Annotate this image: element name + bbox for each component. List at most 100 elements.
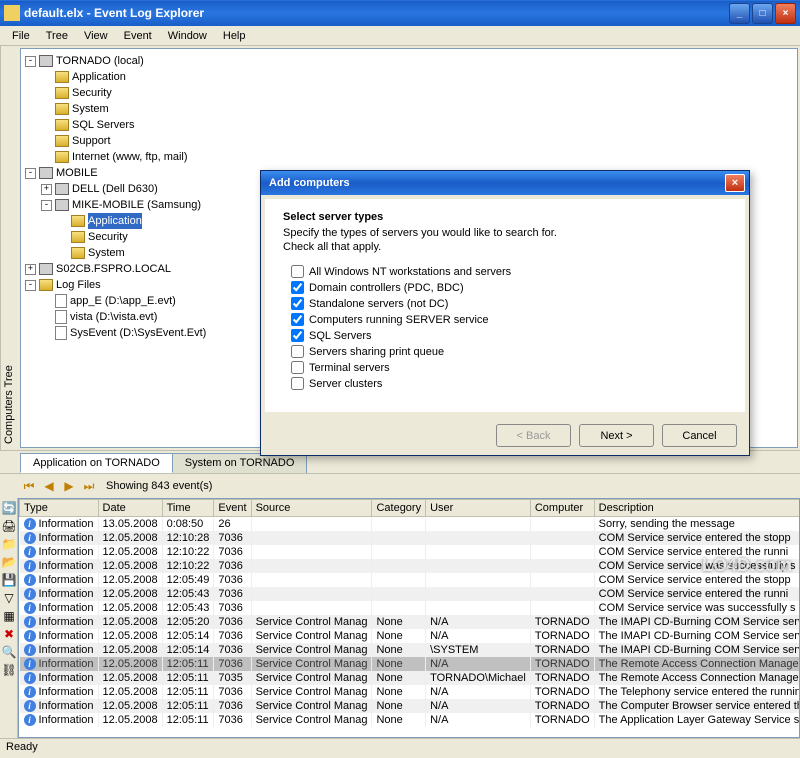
table-row[interactable]: iInformation12.05.200812:05:117036Servic… [20,713,800,727]
table-row[interactable]: iInformation12.05.200812:05:147036Servic… [20,643,800,657]
prev-icon[interactable]: ◀ [40,477,58,495]
tree-toggle-icon[interactable]: + [25,264,36,275]
table-row[interactable]: iInformation12.05.200812:05:207036Servic… [20,615,800,629]
tool-save-icon[interactable]: 💾 [1,572,17,588]
next-icon[interactable]: ▶ [60,477,78,495]
table-row[interactable]: iInformation12.05.200812:05:117036Servic… [20,657,800,671]
tree-toggle-icon[interactable]: + [41,184,52,195]
column-header[interactable]: User [426,500,531,517]
column-header[interactable]: Category [372,500,426,517]
close-button[interactable]: × [775,3,796,24]
cell: Sorry, sending the message [594,517,800,532]
tree-item[interactable]: Support [25,133,793,149]
table-row[interactable]: iInformation12.05.200812:05:117036Servic… [20,685,800,699]
server-type-option[interactable]: Computers running SERVER service [291,313,727,326]
checkbox[interactable] [291,345,304,358]
cell: Service Control Manag [251,615,372,629]
folder-icon [71,247,85,259]
tool-delete-icon[interactable]: ✖ [1,626,17,642]
checkbox[interactable] [291,313,304,326]
info-icon: i [24,672,36,684]
tool-refresh-icon[interactable]: 🔄 [1,500,17,516]
tree-label: app_E (D:\app_E.evt) [70,293,176,309]
table-row[interactable]: iInformation12.05.200812:05:437036COM Se… [20,587,800,601]
tool-chain-icon[interactable]: ⛓ [1,662,17,678]
tree-item[interactable]: Application [25,69,793,85]
table-row[interactable]: iInformation12.05.200812:05:117036Servic… [20,699,800,713]
maximize-button[interactable]: □ [752,3,773,24]
column-header[interactable]: Event [214,500,251,517]
first-icon[interactable]: ⏮ [20,477,38,495]
column-header[interactable]: Description [594,500,800,517]
table-row[interactable]: iInformation13.05.20080:08:5026Sorry, se… [20,517,800,532]
tree-item[interactable]: -TORNADO (local) [25,53,793,69]
cell: 13.05.2008 [98,517,162,532]
server-type-option[interactable]: Servers sharing print queue [291,345,727,358]
tab[interactable]: System on TORNADO [172,453,308,473]
column-header[interactable]: Source [251,500,372,517]
cell: iInformation [20,699,99,713]
table-row[interactable]: iInformation12.05.200812:10:227036COM Se… [20,545,800,559]
tree-toggle-icon[interactable]: - [25,168,36,179]
event-grid[interactable]: TypeDateTimeEventSourceCategoryUserCompu… [18,498,800,738]
table-row[interactable]: iInformation12.05.200812:10:287036COM Se… [20,531,800,545]
column-header[interactable]: Date [98,500,162,517]
dialog-close-icon[interactable]: × [725,174,745,192]
tool-folder2-icon[interactable]: 📂 [1,554,17,570]
tool-print-icon[interactable]: 🖨 [1,518,17,534]
cell [251,545,372,559]
tool-folder-icon[interactable]: 📁 [1,536,17,552]
table-row[interactable]: iInformation12.05.200812:10:227036COM Se… [20,559,800,573]
cancel-button[interactable]: Cancel [662,424,737,447]
last-icon[interactable]: ⏭ [80,477,98,495]
checkbox[interactable] [291,329,304,342]
tab[interactable]: Application on TORNADO [20,453,173,473]
sidebar-caption[interactable]: Computers Tree [0,46,18,450]
column-header[interactable]: Time [162,500,214,517]
cell: TORNADO [530,671,594,685]
tree-toggle-icon[interactable]: - [25,56,36,67]
tree-item[interactable]: Internet (www, ftp, mail) [25,149,793,165]
dialog-titlebar[interactable]: Add computers × [261,171,749,195]
menu-tree[interactable]: Tree [38,28,76,44]
tree-toggle-icon[interactable]: - [25,280,36,291]
cell: 12.05.2008 [98,713,162,727]
minimize-button[interactable]: _ [729,3,750,24]
tree-toggle-icon[interactable]: - [41,200,52,211]
checkbox[interactable] [291,297,304,310]
server-type-option[interactable]: All Windows NT workstations and servers [291,265,727,278]
server-type-option[interactable]: Server clusters [291,377,727,390]
tree-item[interactable]: SQL Servers [25,117,793,133]
menu-event[interactable]: Event [116,28,160,44]
tool-find-icon[interactable]: 🔍 [1,644,17,660]
server-type-option[interactable]: Domain controllers (PDC, BDC) [291,281,727,294]
column-header[interactable]: Type [20,500,99,517]
menu-window[interactable]: Window [160,28,215,44]
checkbox[interactable] [291,265,304,278]
menu-help[interactable]: Help [215,28,254,44]
checkbox[interactable] [291,281,304,294]
cell: 12:05:11 [162,713,214,727]
checkbox[interactable] [291,377,304,390]
server-type-option[interactable]: Standalone servers (not DC) [291,297,727,310]
menu-view[interactable]: View [76,28,116,44]
table-row[interactable]: iInformation12.05.200812:05:497036COM Se… [20,573,800,587]
menu-file[interactable]: File [4,28,38,44]
server-type-option[interactable]: Terminal servers [291,361,727,374]
checkbox[interactable] [291,361,304,374]
table-row[interactable]: iInformation12.05.200812:05:117035Servic… [20,671,800,685]
column-header[interactable]: Computer [530,500,594,517]
server-type-option[interactable]: SQL Servers [291,329,727,342]
cell: TORNADO [530,657,594,671]
tool-filter-icon[interactable]: ▽ [1,590,17,606]
table-row[interactable]: iInformation12.05.200812:05:437036COM Se… [20,601,800,615]
next-button[interactable]: Next > [579,424,654,447]
table-row[interactable]: iInformation12.05.200812:05:147036Servic… [20,629,800,643]
tool-grid-icon[interactable]: ▦ [1,608,17,624]
dialog-title: Add computers [265,177,725,189]
tree-item[interactable]: System [25,101,793,117]
tree-label: Application [88,213,142,229]
cell: iInformation [20,573,99,587]
tree-item[interactable]: Security [25,85,793,101]
cell: iInformation [20,615,99,629]
